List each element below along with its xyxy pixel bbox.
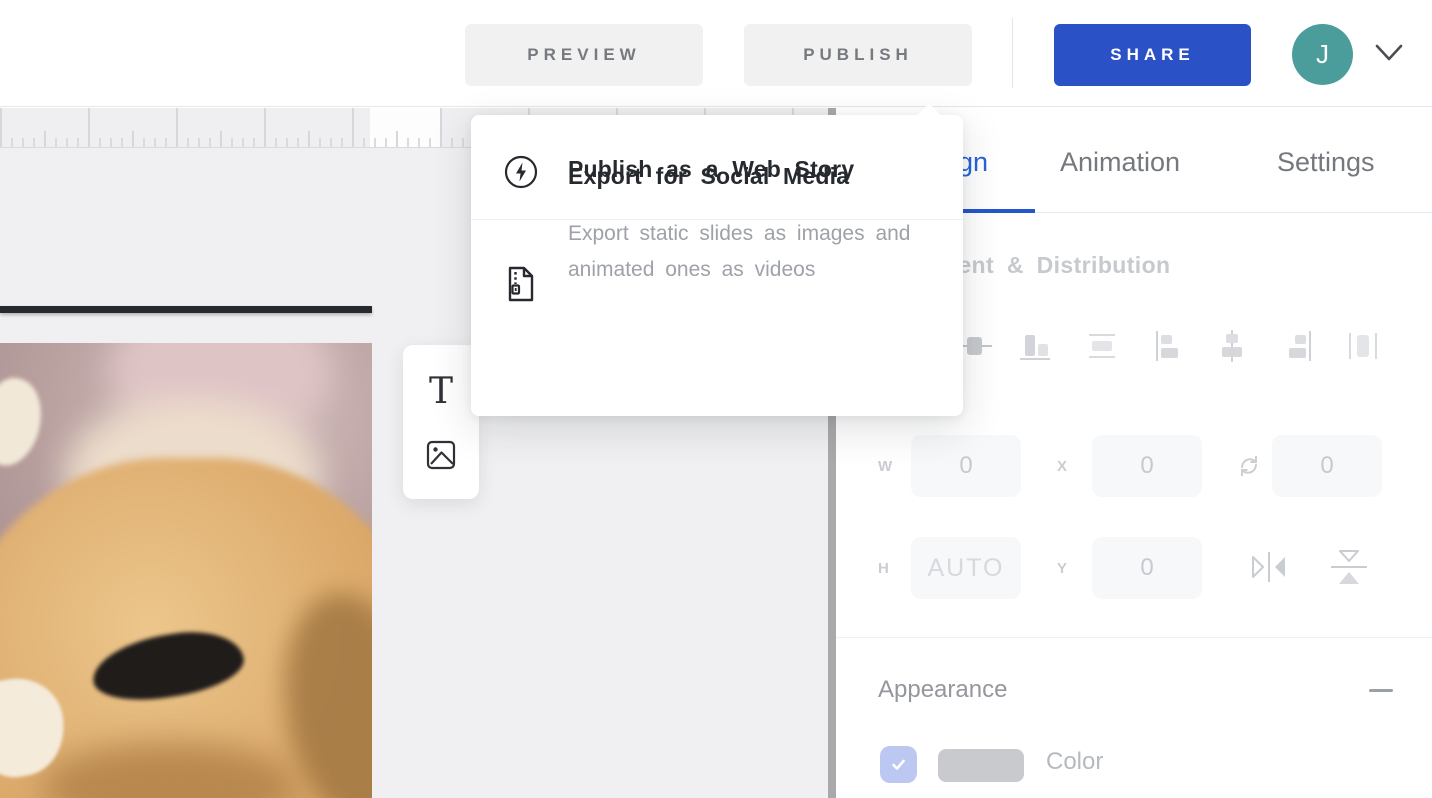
- canvas-divider-element[interactable]: [0, 306, 372, 313]
- y-field[interactable]: 0: [1092, 537, 1202, 599]
- preview-button[interactable]: PREVIEW: [465, 24, 703, 86]
- check-icon: [889, 755, 908, 774]
- chevron-down-icon[interactable]: [1374, 42, 1404, 64]
- appearance-section-title: Appearance: [878, 676, 1007, 704]
- canvas-photo-dog[interactable]: [0, 343, 372, 798]
- flip-vertical-icon[interactable]: [1327, 548, 1371, 588]
- zip-file-icon: [505, 265, 537, 303]
- app-root: T Design Animation Settings Alignment & …: [0, 0, 1432, 798]
- publish-dropdown: Publish as a Web Story Export for Social…: [471, 115, 963, 416]
- align-left-icon[interactable]: [1152, 328, 1188, 364]
- avatar[interactable]: J: [1292, 24, 1353, 85]
- height-field[interactable]: AUTO: [911, 537, 1021, 599]
- width-label: W: [878, 458, 893, 475]
- x-field[interactable]: 0: [1092, 435, 1202, 497]
- menu-item-label: Export for Social Media: [568, 163, 849, 190]
- element-toolbar: T: [403, 345, 479, 499]
- rotation-icon: [1238, 454, 1260, 478]
- color-label: Color: [1046, 748, 1103, 776]
- tab-settings[interactable]: Settings: [1277, 147, 1375, 178]
- color-swatch[interactable]: [938, 749, 1024, 782]
- align-center-icon[interactable]: [1214, 328, 1250, 364]
- color-checkbox[interactable]: [880, 746, 917, 783]
- menu-item-description: Export static slides as images and anima…: [568, 216, 924, 288]
- distribute-horizontal-icon[interactable]: [1345, 328, 1381, 364]
- align-bottom-icon[interactable]: [1017, 328, 1053, 364]
- tab-animation[interactable]: Animation: [1060, 147, 1180, 178]
- collapse-section-icon[interactable]: [1369, 689, 1393, 692]
- y-label: Y: [1057, 560, 1068, 577]
- text-tool-icon[interactable]: T: [429, 374, 453, 410]
- image-tool-icon[interactable]: [425, 439, 457, 471]
- width-field[interactable]: 0: [911, 435, 1021, 497]
- appearance-section-divider: [836, 637, 1432, 638]
- height-label: H: [878, 560, 890, 577]
- x-label: X: [1057, 458, 1068, 475]
- align-right-icon[interactable]: [1279, 328, 1315, 364]
- lightning-circle-icon: [503, 154, 539, 190]
- distribute-vertical-icon[interactable]: [1084, 328, 1120, 364]
- flip-horizontal-icon[interactable]: [1248, 550, 1290, 584]
- header-divider: [1012, 18, 1013, 88]
- publish-button[interactable]: PUBLISH: [744, 24, 972, 86]
- share-button[interactable]: SHARE: [1054, 24, 1251, 86]
- top-bar: PREVIEW PUBLISH SHARE J: [0, 0, 1432, 107]
- rotation-field[interactable]: 0: [1272, 435, 1382, 497]
